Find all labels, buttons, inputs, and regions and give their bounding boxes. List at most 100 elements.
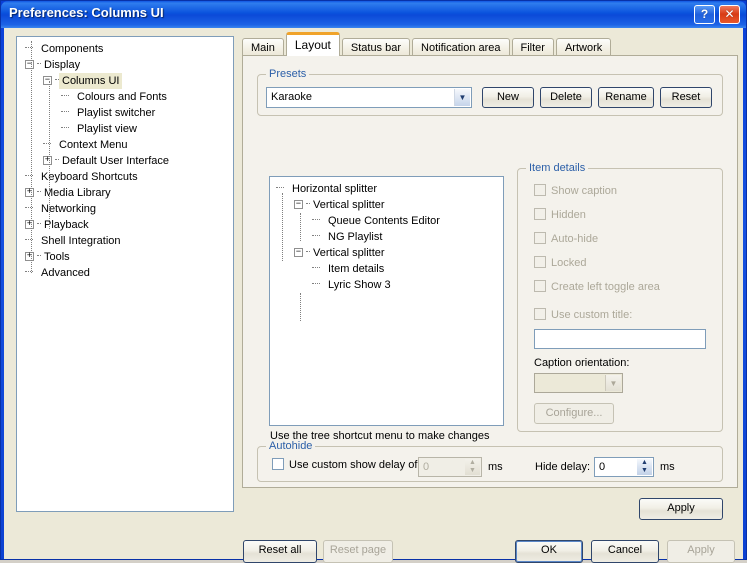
sidebar-item-shell-integration[interactable]: Shell Integration	[17, 233, 233, 249]
checkbox-use-custom-show-delay[interactable]: Use custom show delay of	[272, 458, 418, 472]
checkbox-auto-hide[interactable]: Auto-hide	[534, 232, 598, 245]
splitter-item-vertical-splitter[interactable]: − Vertical splitter	[270, 197, 503, 213]
layout-splitter-tree[interactable]: Horizontal splitter − Vertical splitter Que…	[269, 176, 504, 426]
reset-page-button[interactable]: Reset page	[323, 540, 393, 563]
preset-rename-button[interactable]: Rename	[598, 87, 654, 108]
help-icon[interactable]: ?	[694, 5, 715, 24]
tab-panel-layout: Presets Karaoke ▼ New Delete Rename Rese…	[242, 55, 738, 520]
tree-collapse-icon[interactable]: −	[294, 199, 303, 209]
hide-delay-spinner[interactable]: 0 ▲ ▼	[594, 457, 654, 477]
splitter-item-horizontal-splitter[interactable]: Horizontal splitter	[270, 181, 503, 197]
chevron-down-icon[interactable]: ▼	[605, 375, 621, 391]
show-delay-unit: ms	[488, 461, 503, 473]
sidebar-item-label: Default User Interface	[62, 155, 169, 167]
preset-select[interactable]: Karaoke ▼	[266, 87, 472, 108]
sidebar-item-tools[interactable]: + Tools	[17, 249, 233, 265]
tree-connector-icon	[306, 251, 310, 253]
sidebar-item-advanced[interactable]: Advanced	[17, 265, 233, 281]
page-apply-button[interactable]: Apply	[639, 498, 723, 520]
tree-expand-icon[interactable]: +	[25, 219, 34, 229]
spinner-buttons[interactable]: ▲ ▼	[637, 459, 652, 475]
splitter-item-lyric-show-3[interactable]: Lyric Show 3	[270, 277, 503, 293]
checkbox-box[interactable]	[534, 280, 546, 293]
tree-connector-icon	[55, 79, 59, 81]
sidebar-item-label: Display	[44, 59, 81, 71]
splitter-item-queue-contents-editor[interactable]: Queue Contents Editor	[270, 213, 503, 229]
sidebar-item-label: Networking	[41, 203, 97, 215]
preset-delete-button[interactable]: Delete	[540, 87, 592, 108]
tree-connector-icon	[55, 159, 59, 161]
sidebar-item-label: Playlist switcher	[77, 107, 156, 119]
splitter-tree-body: Horizontal splitter − Vertical splitter Que…	[270, 177, 503, 293]
tab-layout[interactable]: Layout	[285, 32, 340, 56]
show-delay-spinner[interactable]: 0 ▲ ▼	[418, 457, 482, 477]
tree-guide-line	[300, 213, 301, 241]
spinner-down-icon[interactable]: ▼	[465, 467, 480, 475]
checkbox-box[interactable]	[272, 458, 284, 471]
caption-orientation-label: Caption orientation:	[534, 357, 630, 369]
tree-expand-icon[interactable]: +	[25, 251, 34, 261]
reset-all-button[interactable]: Reset all	[243, 540, 317, 563]
checkbox-label: Locked	[551, 257, 587, 270]
tree-connector-icon	[312, 235, 320, 237]
splitter-item-vertical-splitter[interactable]: − Vertical splitter	[270, 245, 503, 261]
sidebar-item-label: Shell Integration	[41, 235, 121, 247]
checkbox-label: Use custom show delay of	[289, 459, 418, 472]
checkbox-box[interactable]	[534, 256, 546, 269]
configure-button[interactable]: Configure...	[534, 403, 614, 424]
checkbox-box[interactable]	[534, 308, 546, 321]
caption-orientation-select[interactable]: ▼	[534, 373, 623, 393]
spinner-up-icon[interactable]: ▲	[637, 459, 652, 467]
presets-group: Presets Karaoke ▼ New Delete Rename Rese…	[257, 68, 723, 116]
tree-collapse-icon[interactable]: −	[43, 75, 52, 85]
preset-select-value: Karaoke	[271, 91, 312, 103]
checkbox-hidden[interactable]: Hidden	[534, 208, 586, 221]
cancel-button[interactable]: Cancel	[591, 540, 659, 563]
tree-expand-icon[interactable]: +	[25, 187, 34, 197]
sidebar-item-label: Keyboard Shortcuts	[41, 171, 138, 183]
title-bar[interactable]: Preferences: Columns UI ? ✕	[1, 1, 746, 28]
checkbox-locked[interactable]: Locked	[534, 256, 587, 270]
tree-guide-line	[49, 81, 50, 201]
custom-title-input[interactable]	[534, 329, 706, 349]
tree-connector-icon	[37, 223, 41, 225]
tree-guide-line	[31, 41, 32, 273]
hide-delay-unit: ms	[660, 461, 675, 473]
apply-button[interactable]: Apply	[667, 540, 735, 563]
hide-delay-label: Hide delay:	[535, 461, 591, 473]
ok-button[interactable]: OK	[515, 540, 583, 563]
checkbox-show-caption[interactable]: Show caption	[534, 184, 618, 198]
spinner-up-icon[interactable]: ▲	[465, 459, 480, 467]
preferences-nav-tree[interactable]: Components − Display − Columns UI Colours and…	[16, 36, 234, 512]
checkbox-box[interactable]	[534, 184, 546, 197]
tree-connector-icon	[61, 111, 69, 113]
tree-expand-icon[interactable]: +	[43, 155, 52, 165]
sidebar-item-components[interactable]: Components	[17, 41, 233, 57]
tree-connector-icon	[37, 255, 41, 257]
tree-collapse-icon[interactable]: −	[25, 59, 34, 69]
checkbox-box[interactable]	[534, 232, 546, 245]
sidebar-item-display[interactable]: − Display	[17, 57, 233, 73]
tree-collapse-icon[interactable]: −	[294, 247, 303, 257]
show-delay-value: 0	[423, 461, 430, 473]
sidebar-item-label: Media Library	[44, 187, 111, 199]
checkbox-create-left-toggle-area[interactable]: Create left toggle area	[534, 280, 660, 293]
close-icon[interactable]: ✕	[719, 5, 740, 24]
tree-connector-icon	[61, 95, 69, 97]
tab-strip[interactable]: Main Layout Status bar Notification area Fil…	[242, 32, 613, 58]
window-title: Preferences: Columns UI	[9, 5, 164, 20]
spinner-buttons[interactable]: ▲ ▼	[465, 459, 480, 475]
tree-connector-icon	[312, 267, 320, 269]
preset-new-button[interactable]: New	[482, 87, 534, 108]
tree-connector-icon	[61, 127, 69, 129]
checkbox-label: Show caption	[551, 185, 618, 198]
checkbox-use-custom-title[interactable]: Use custom title:	[534, 308, 632, 321]
tree-guide-line	[282, 193, 283, 261]
splitter-item-ng-playlist[interactable]: NG Playlist	[270, 229, 503, 245]
chevron-down-icon[interactable]: ▼	[454, 89, 470, 106]
tree-connector-icon	[37, 63, 41, 65]
checkbox-box[interactable]	[534, 208, 546, 221]
splitter-item-item-details[interactable]: Item details	[270, 261, 503, 277]
preset-reset-button[interactable]: Reset	[660, 87, 712, 108]
spinner-down-icon[interactable]: ▼	[637, 467, 652, 475]
